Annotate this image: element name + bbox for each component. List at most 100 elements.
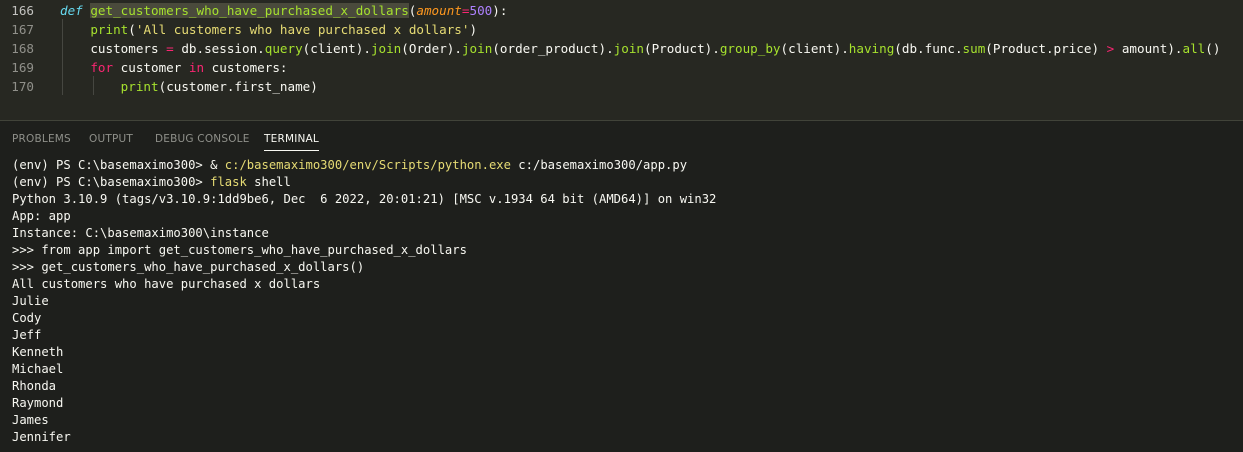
terminal-text: flask bbox=[210, 175, 247, 189]
terminal-text: Instance: C:\basemaximo300\instance bbox=[12, 226, 269, 240]
code-token: 'All customers who have purchased x doll… bbox=[135, 22, 470, 37]
terminal-text: c:/basemaximo300/app.py bbox=[510, 158, 688, 172]
code-token: ( bbox=[128, 22, 136, 37]
terminal-text: Jeff bbox=[12, 328, 42, 342]
terminal-line: Python 3.10.9 (tags/v3.10.9:1dd9be6, Dec… bbox=[12, 191, 1237, 208]
code-token: client bbox=[788, 41, 834, 56]
terminal-text: >>> from app import get_customers_who_ha… bbox=[12, 243, 467, 257]
terminal-line: Cody bbox=[12, 310, 1237, 327]
code-token: Product bbox=[651, 41, 705, 56]
terminal-text: Cody bbox=[12, 311, 42, 325]
terminal-line: James bbox=[12, 412, 1237, 429]
code-token: in bbox=[188, 60, 205, 75]
terminal-line: >>> get_customers_who_have_purchased_x_d… bbox=[12, 259, 1237, 276]
code-token: order_product bbox=[499, 41, 599, 56]
code-token: join bbox=[461, 41, 493, 56]
code-text[interactable]: print(customer.first_name) bbox=[60, 77, 318, 96]
tab-output[interactable]: OUTPUT bbox=[89, 132, 133, 152]
code-text[interactable]: customers = db.session.query(client).joi… bbox=[60, 39, 1220, 58]
tab-debug-console[interactable]: DEBUG CONSOLE bbox=[155, 132, 250, 152]
code-token: ( bbox=[985, 41, 993, 56]
terminal-text: Michael bbox=[12, 362, 64, 376]
code-text[interactable]: for customer in customers: bbox=[60, 58, 288, 77]
code-token: customer bbox=[113, 60, 189, 75]
terminal-output[interactable]: (env) PS C:\basemaximo300> & c:/basemaxi… bbox=[12, 157, 1237, 452]
code-line[interactable]: 170 print(customer.first_name) bbox=[0, 77, 1243, 96]
code-token: customer.first_name bbox=[166, 79, 311, 94]
terminal-text: All customers who have purchased x dolla… bbox=[12, 277, 321, 291]
code-token: : bbox=[279, 60, 288, 75]
line-number: 169 bbox=[11, 60, 34, 75]
code-token: amount bbox=[1114, 41, 1168, 56]
code-token: customers bbox=[204, 60, 280, 75]
tab-problems[interactable]: PROBLEMS bbox=[12, 132, 71, 152]
code-token: Product.price bbox=[992, 41, 1092, 56]
terminal-text: (env) PS C:\basemaximo300> & bbox=[12, 158, 225, 172]
code-token: group_by bbox=[719, 41, 781, 56]
code-token: db.func. bbox=[901, 41, 963, 56]
code-token: ( bbox=[492, 41, 500, 56]
code-token: ): bbox=[492, 3, 508, 18]
terminal-text: James bbox=[12, 413, 49, 427]
code-token: Order bbox=[408, 41, 447, 56]
terminal-text: >>> get_customers_who_have_purchased_x_d… bbox=[12, 260, 365, 274]
code-token: for bbox=[90, 60, 114, 75]
terminal-line: Jeff bbox=[12, 327, 1237, 344]
code-line[interactable]: 167 print('All customers who have purcha… bbox=[0, 20, 1243, 39]
code-text[interactable]: def get_customers_who_have_purchased_x_d… bbox=[60, 1, 507, 20]
code-token: ). bbox=[704, 41, 720, 56]
code-token: query bbox=[264, 41, 303, 56]
code-token: all bbox=[1182, 41, 1206, 56]
code-token: join bbox=[370, 41, 402, 56]
code-token: ). bbox=[1167, 41, 1183, 56]
code-token: 500 bbox=[469, 3, 493, 18]
code-token: customers bbox=[60, 41, 167, 56]
code-token: ). bbox=[598, 41, 614, 56]
code-token: ). bbox=[833, 41, 849, 56]
code-token: ) bbox=[1091, 41, 1107, 56]
terminal-text: Python 3.10.9 (tags/v3.10.9:1dd9be6, Dec… bbox=[12, 192, 717, 206]
terminal-text: Jennifer bbox=[12, 430, 71, 444]
code-line[interactable]: 168 customers = db.session.query(client)… bbox=[0, 39, 1243, 58]
tab-terminal[interactable]: TERMINAL bbox=[264, 132, 319, 151]
code-token: client bbox=[310, 41, 356, 56]
terminal-text: Julie bbox=[12, 294, 49, 308]
code-line[interactable]: 169 for customer in customers: bbox=[0, 58, 1243, 77]
terminal-line: (env) PS C:\basemaximo300> flask shell bbox=[12, 174, 1237, 191]
terminal-line: Instance: C:\basemaximo300\instance bbox=[12, 225, 1237, 242]
terminal-text: Kenneth bbox=[12, 345, 64, 359]
line-number: 170 bbox=[11, 79, 34, 94]
code-line[interactable]: 166 def get_customers_who_have_purchased_… bbox=[0, 1, 1243, 20]
code-token: def bbox=[60, 3, 83, 18]
code-token: ( bbox=[780, 41, 789, 56]
code-token: print bbox=[90, 22, 129, 37]
code-token: ( bbox=[644, 41, 652, 56]
code-token: join bbox=[613, 41, 644, 56]
terminal-line: (env) PS C:\basemaximo300> & c:/basemaxi… bbox=[12, 157, 1237, 174]
terminal-text: c:/basemaximo300/env/Scripts/python.exe bbox=[224, 158, 511, 172]
bottom-panel: PROBLEMS OUTPUT DEBUG CONSOLE TERMINAL (… bbox=[0, 120, 1243, 452]
code-token: ( bbox=[894, 41, 902, 56]
code-token: ). bbox=[355, 41, 371, 56]
code-token: ( bbox=[401, 41, 409, 56]
terminal-line: Kenneth bbox=[12, 344, 1237, 361]
terminal-text: (env) PS C:\basemaximo300> bbox=[12, 175, 211, 189]
terminal-line: Rhonda bbox=[12, 378, 1237, 395]
code-token: () bbox=[1205, 41, 1221, 56]
code-editor[interactable]: 166 def get_customers_who_have_purchased_… bbox=[0, 0, 1243, 120]
code-text[interactable]: print('All customers who have purchased … bbox=[60, 20, 477, 39]
terminal-line: Michael bbox=[12, 361, 1237, 378]
code-token: ). bbox=[446, 41, 462, 56]
panel-tabs: PROBLEMS OUTPUT DEBUG CONSOLE TERMINAL bbox=[0, 121, 1243, 155]
line-number: 167 bbox=[11, 22, 34, 37]
terminal-text: Raymond bbox=[12, 396, 64, 410]
code-token: having bbox=[848, 41, 895, 56]
code-token: sum bbox=[962, 41, 986, 56]
terminal-text: App: app bbox=[12, 209, 71, 223]
terminal-line: Raymond bbox=[12, 395, 1237, 412]
terminal-line: App: app bbox=[12, 208, 1237, 225]
terminal-line: >>> from app import get_customers_who_ha… bbox=[12, 242, 1237, 259]
